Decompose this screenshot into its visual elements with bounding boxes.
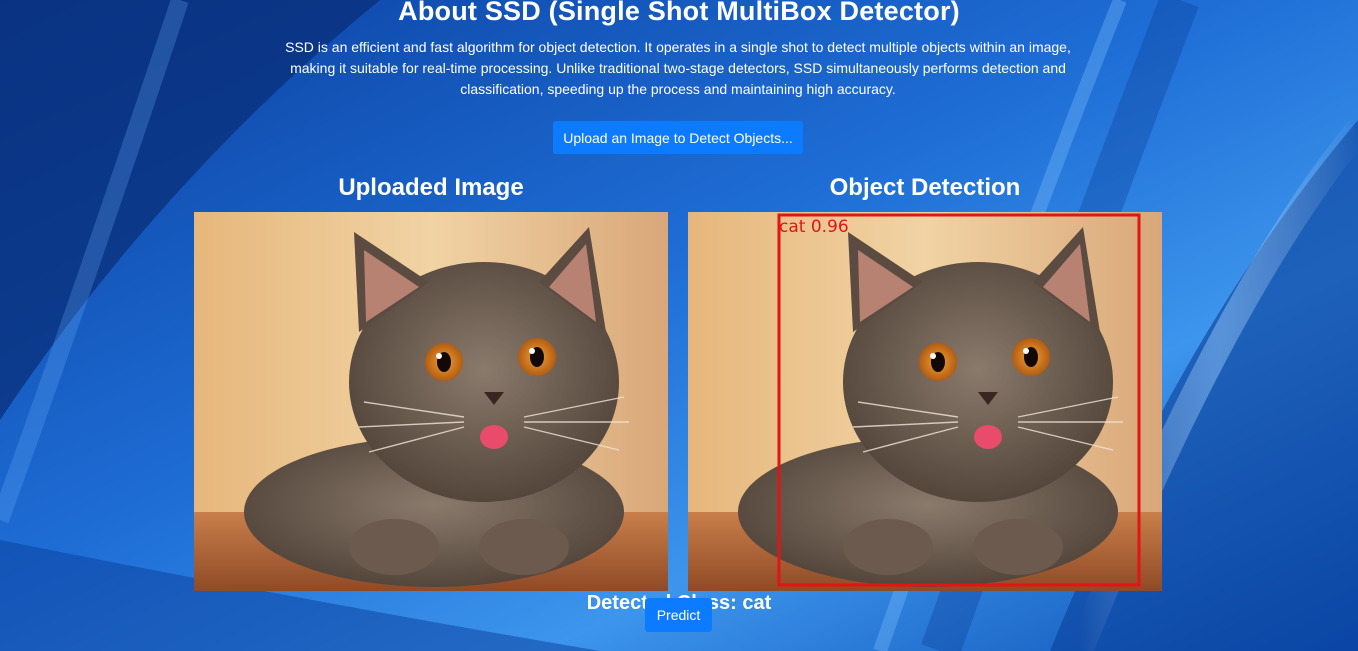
predict-button[interactable]: Predict: [645, 598, 712, 632]
object-detection-heading: Object Detection: [829, 174, 1021, 201]
bounding-box-label: cat 0.96: [779, 217, 849, 237]
detection-image: cat 0.96: [688, 212, 1162, 591]
page-title: About SSD (Single Shot MultiBox Detector…: [398, 0, 960, 26]
upload-image-button[interactable]: Upload an Image to Detect Objects...: [553, 121, 803, 154]
uploaded-image-heading: Uploaded Image: [338, 174, 524, 201]
uploaded-image: [194, 212, 668, 591]
ssd-description: SSD is an efficient and fast algorithm f…: [285, 39, 1071, 97]
